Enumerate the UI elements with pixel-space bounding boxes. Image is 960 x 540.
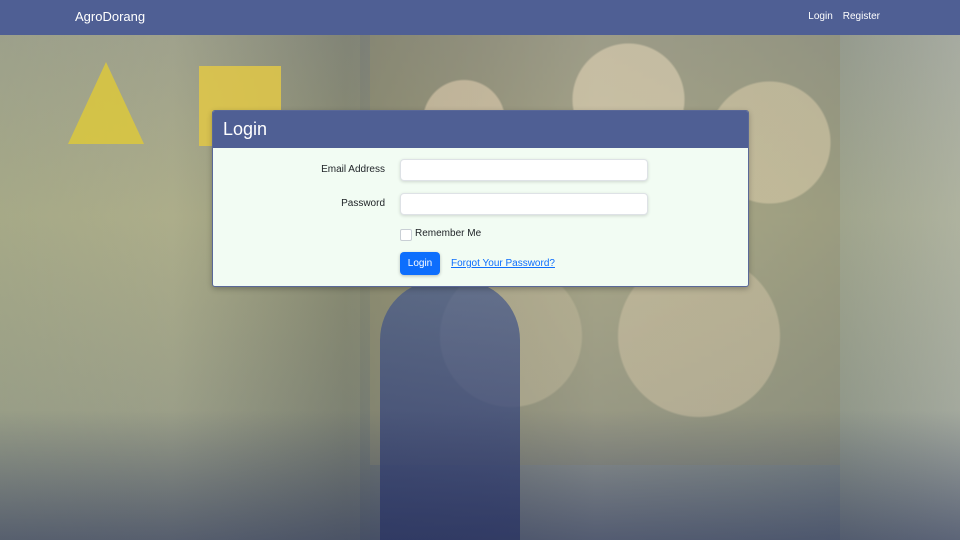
card-title: Login <box>223 119 268 139</box>
card-header: Login <box>213 111 748 148</box>
password-label: Password <box>341 198 385 209</box>
remember-me-checkbox[interactable] <box>400 229 412 241</box>
login-card: Login Email Address Password Remember Me… <box>212 110 749 287</box>
bottom-shade <box>0 410 960 540</box>
top-navbar: AgroDorang Login Register <box>0 0 960 35</box>
forgot-password-link[interactable]: Forgot Your Password? <box>451 258 555 269</box>
email-row: Email Address <box>213 159 748 183</box>
password-row: Password <box>213 193 748 217</box>
login-button[interactable]: Login <box>400 252 440 275</box>
email-label: Email Address <box>321 164 385 175</box>
email-input[interactable] <box>400 159 648 181</box>
nav-links: Login Register <box>808 11 880 22</box>
remember-row: Remember Me <box>213 228 748 244</box>
nav-register-link[interactable]: Register <box>843 11 880 22</box>
brand-link[interactable]: AgroDorang <box>75 9 145 24</box>
remember-me-label[interactable]: Remember Me <box>415 228 481 239</box>
actions-row: Login Forgot Your Password? <box>213 252 748 276</box>
nav-login-link[interactable]: Login <box>808 11 832 22</box>
warning-sign-icon <box>68 62 144 144</box>
password-input[interactable] <box>400 193 648 215</box>
